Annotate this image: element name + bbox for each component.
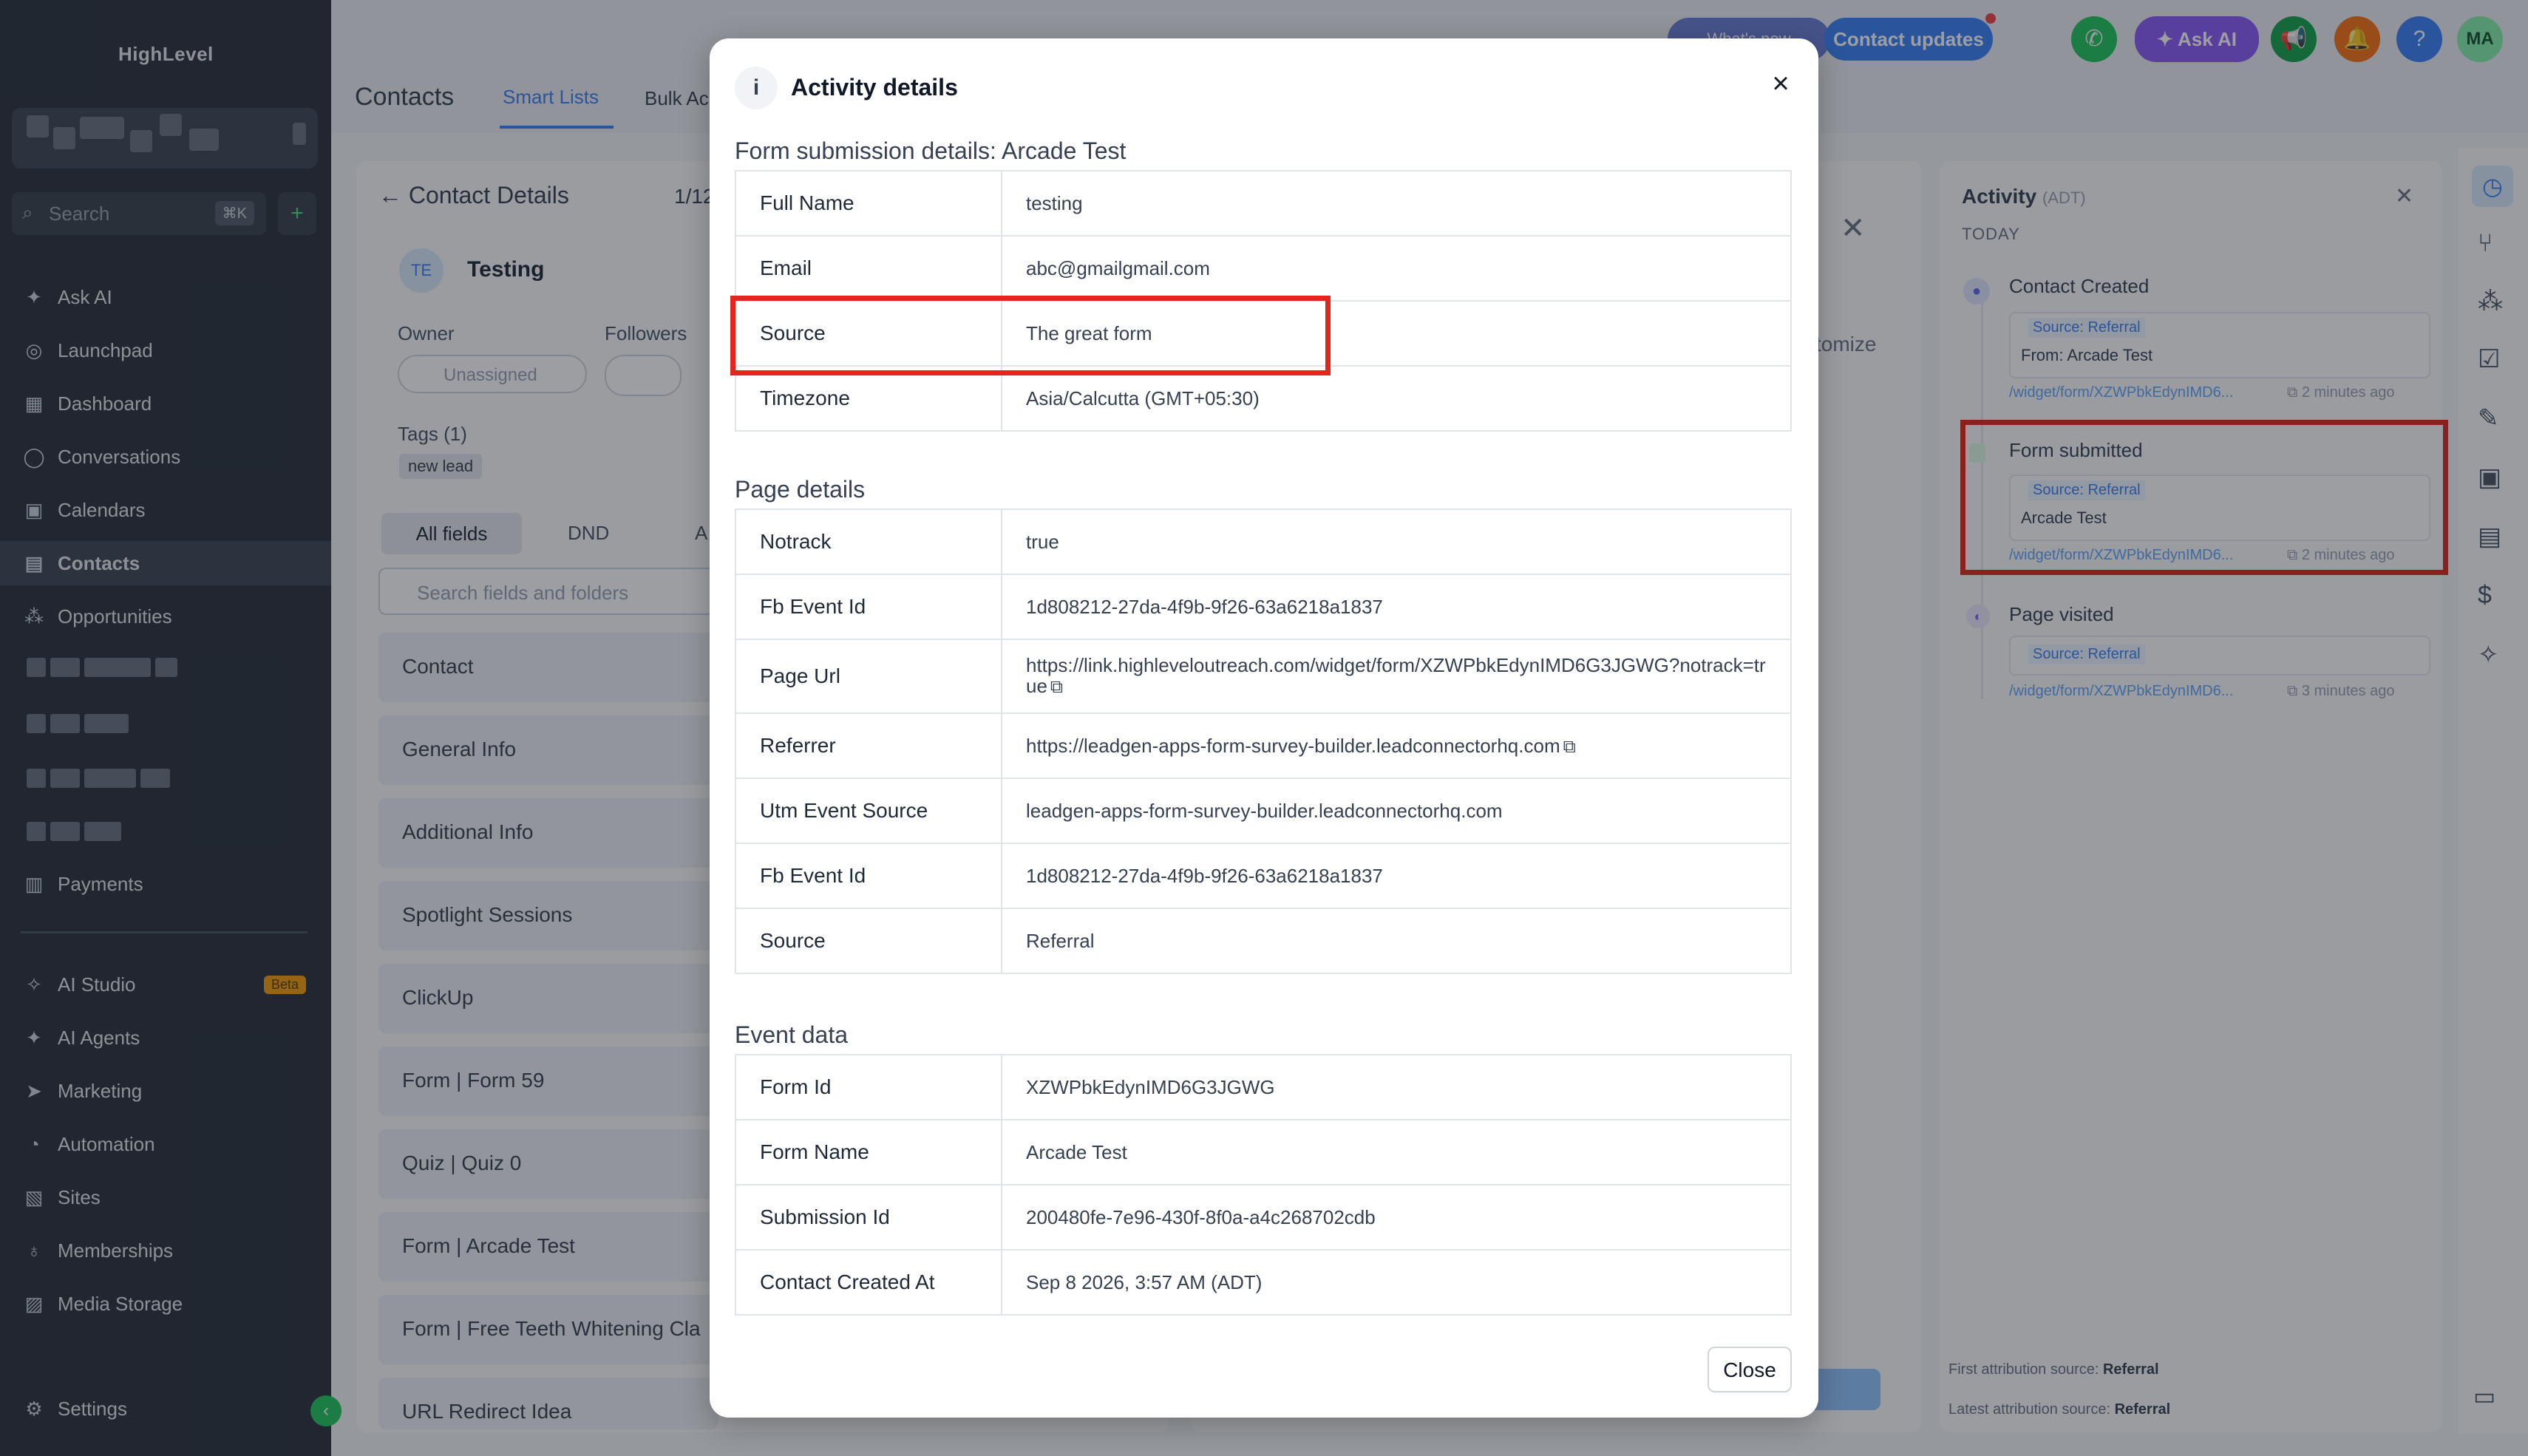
field-key: Referrer <box>735 712 1002 779</box>
event-section-title: Event data <box>735 1021 848 1048</box>
table-row: Page Url https://link.highleveloutreach.c… <box>735 639 1792 714</box>
table-row: Fb Event Id 1d808212-27da-4f9b-9f26-63a62… <box>735 843 1792 909</box>
table-row: Utm Event Source leadgen-apps-form-survey… <box>735 778 1792 844</box>
page-section-title: Page details <box>735 476 866 503</box>
external-link-icon[interactable]: ⧉ <box>1050 677 1063 698</box>
page-url-link[interactable]: https://link.highleveloutreach.com/widge… <box>1026 654 1766 697</box>
field-value: Asia/Calcutta (GMT+05:30) <box>1001 365 1792 432</box>
referrer-link[interactable]: https://leadgen-apps-form-survey-builder… <box>1026 735 1560 757</box>
field-key: Contact Created At <box>735 1249 1002 1316</box>
field-value: 200480fe-7e96-430f-8f0a-a4c268702cdb <box>1001 1184 1792 1251</box>
highlight-source-row <box>730 296 1331 375</box>
table-row: Referrer https://leadgen-apps-form-survey… <box>735 712 1792 779</box>
modal-title: Activity details <box>791 74 958 101</box>
field-key: Timezone <box>735 365 1002 432</box>
field-key: Fb Event Id <box>735 574 1002 640</box>
field-value: abc@gmailgmail.com <box>1001 235 1792 302</box>
field-key: Form Name <box>735 1119 1002 1185</box>
form-section-title: Form submission details: Arcade Test <box>735 137 1127 164</box>
table-row: Email abc@gmailgmail.com <box>735 235 1792 302</box>
field-value: true <box>1001 508 1792 575</box>
field-key: Utm Event Source <box>735 778 1002 844</box>
field-value: testing <box>1001 170 1792 237</box>
table-row: Timezone Asia/Calcutta (GMT+05:30) <box>735 365 1792 432</box>
table-row: Source Referral <box>735 908 1792 974</box>
modal-close-icon[interactable]: × <box>1762 65 1799 102</box>
external-link-icon[interactable]: ⧉ <box>1563 737 1576 758</box>
table-row: Form Id XZWPbkEdynIMD6G3JGWG <box>735 1054 1792 1120</box>
field-key: Email <box>735 235 1002 302</box>
field-key: Page Url <box>735 639 1002 714</box>
close-button[interactable]: Close <box>1708 1347 1792 1392</box>
field-value: 1d808212-27da-4f9b-9f26-63a6218a1837 <box>1001 843 1792 909</box>
table-row: Fb Event Id 1d808212-27da-4f9b-9f26-63a62… <box>735 574 1792 640</box>
table-row: Contact Created At Sep 8 2026, 3:57 AM (A… <box>735 1249 1792 1316</box>
field-key: Notrack <box>735 508 1002 575</box>
referrer-cell: https://leadgen-apps-form-survey-builder… <box>1001 712 1792 779</box>
field-key: Submission Id <box>735 1184 1002 1251</box>
field-value: Referral <box>1001 908 1792 974</box>
page-url-cell: https://link.highleveloutreach.com/widge… <box>1001 639 1792 714</box>
table-row: Submission Id 200480fe-7e96-430f-8f0a-a4c… <box>735 1184 1792 1251</box>
field-key: Fb Event Id <box>735 843 1002 909</box>
table-row: Notrack true <box>735 508 1792 575</box>
info-icon: i <box>735 67 778 109</box>
table-row: Form Name Arcade Test <box>735 1119 1792 1185</box>
table-row: Full Name testing <box>735 170 1792 237</box>
field-value: 1d808212-27da-4f9b-9f26-63a6218a1837 <box>1001 574 1792 640</box>
field-key: Full Name <box>735 170 1002 237</box>
field-value: leadgen-apps-form-survey-builder.leadcon… <box>1001 778 1792 844</box>
activity-details-modal: i Activity details × Form submission det… <box>710 38 1818 1418</box>
field-value: Sep 8 2026, 3:57 AM (ADT) <box>1001 1249 1792 1316</box>
field-value: XZWPbkEdynIMD6G3JGWG <box>1001 1054 1792 1120</box>
field-key: Form Id <box>735 1054 1002 1120</box>
event-data-table: Form Id XZWPbkEdynIMD6G3JGWG Form Name Arc… <box>735 1054 1792 1316</box>
page-details-table: Notrack true Fb Event Id 1d808212-27da-4f9… <box>735 508 1792 974</box>
field-value: Arcade Test <box>1001 1119 1792 1185</box>
field-key: Source <box>735 908 1002 974</box>
